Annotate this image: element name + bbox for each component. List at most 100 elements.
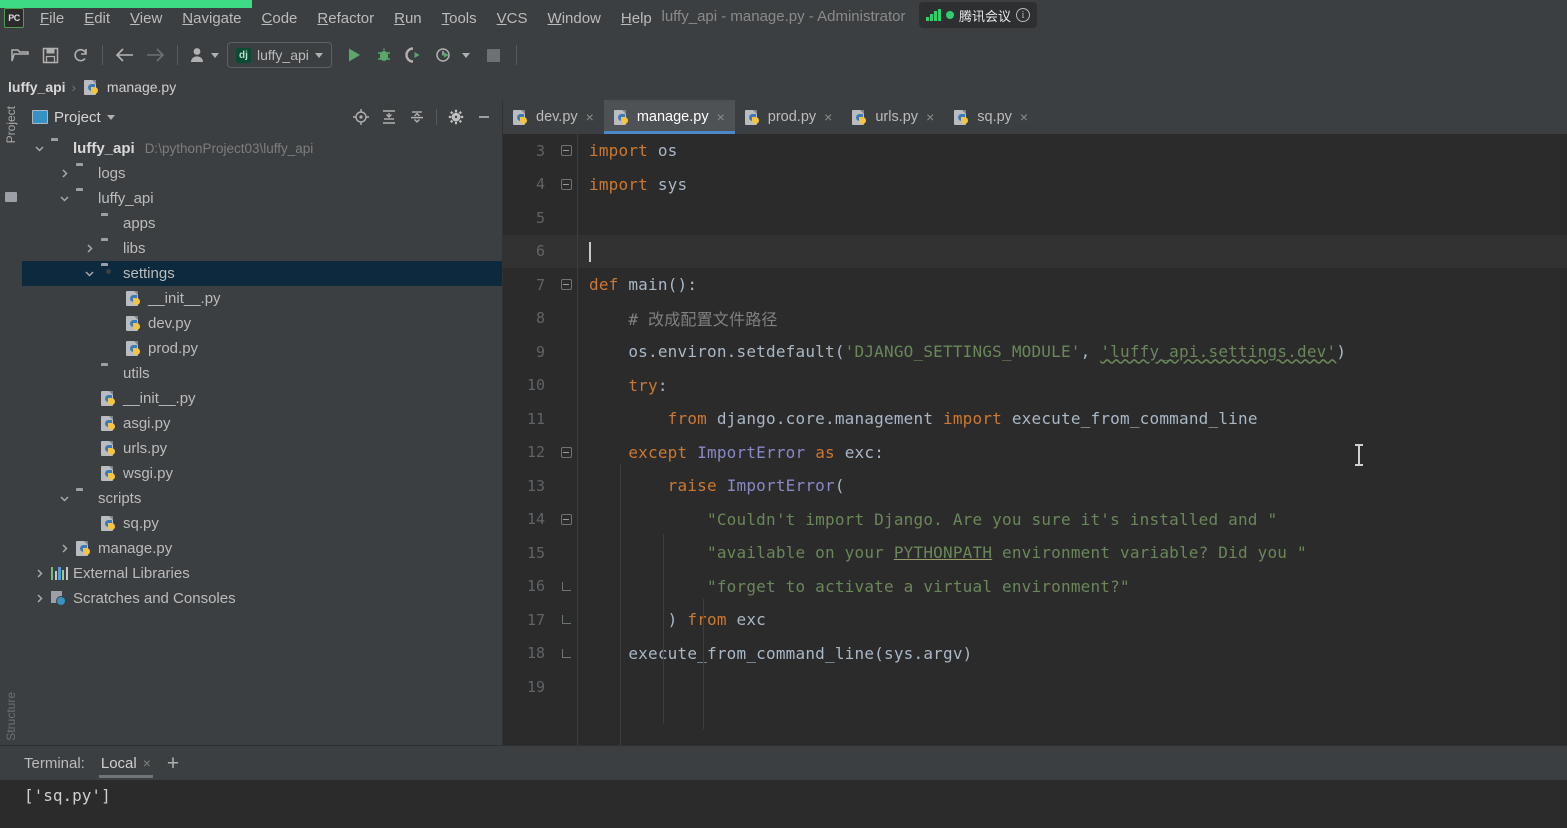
code-editor[interactable]: 3 import os 4 import sys 5 6 7 def main(): 8 # 改…: [503, 134, 1567, 745]
menu-item-help[interactable]: Help: [611, 8, 662, 29]
chevron-down-icon[interactable]: [32, 143, 46, 154]
chevron-down-icon[interactable]: [57, 193, 71, 204]
editor-tab-urls-py[interactable]: urls.py ×: [842, 100, 944, 134]
chevron-right-icon[interactable]: [82, 243, 96, 254]
menu-item-code[interactable]: Code: [252, 8, 308, 29]
info-icon[interactable]: i: [1016, 8, 1030, 22]
close-icon[interactable]: ×: [143, 755, 151, 771]
minimize-icon[interactable]: [472, 105, 496, 129]
tree-item--init-py[interactable]: __init__.py: [22, 286, 502, 311]
run-configuration-selector[interactable]: dj luffy_api: [227, 42, 332, 68]
run-icon[interactable]: [340, 41, 368, 69]
code-fold-icon[interactable]: [555, 648, 577, 658]
chevron-right-icon[interactable]: [32, 593, 46, 604]
tree-item-scratches-and-consoles[interactable]: Scratches and Consoles: [22, 586, 502, 611]
close-icon[interactable]: ×: [717, 109, 725, 125]
add-terminal-icon[interactable]: +: [167, 753, 179, 774]
menu-item-vcs[interactable]: VCS: [487, 8, 538, 29]
breadcrumb-file[interactable]: manage.py: [107, 79, 176, 95]
menu-item-navigate[interactable]: Navigate: [172, 8, 251, 29]
close-icon[interactable]: ×: [824, 109, 832, 125]
editor-tab-dev-py[interactable]: dev.py ×: [503, 100, 604, 134]
close-icon[interactable]: ×: [586, 109, 594, 125]
editor-tab-prod-py[interactable]: prod.py ×: [735, 100, 843, 134]
tree-item-logs[interactable]: logs: [22, 161, 502, 186]
close-icon[interactable]: ×: [926, 109, 934, 125]
collapse-all-icon[interactable]: [405, 105, 429, 129]
tree-item-luffy-api[interactable]: luffy_api: [22, 186, 502, 211]
code-line-8[interactable]: 8 # 改成配置文件路径: [503, 302, 1567, 336]
project-tree[interactable]: luffy_api D:\pythonProject03\luffy_api log…: [22, 134, 502, 745]
open-project-icon[interactable]: [6, 41, 34, 69]
code-fold-icon[interactable]: [555, 513, 577, 525]
breadcrumb-project[interactable]: luffy_api: [8, 79, 66, 95]
save-all-icon[interactable]: [36, 41, 64, 69]
forward-icon[interactable]: [141, 41, 169, 69]
tree-item-asgi-py[interactable]: asgi.py: [22, 411, 502, 436]
tree-item-urls-py[interactable]: urls.py: [22, 436, 502, 461]
chevron-down-icon[interactable]: [314, 52, 323, 58]
profile-dropdown-caret-icon[interactable]: [461, 52, 470, 58]
tree-item-utils[interactable]: utils: [22, 361, 502, 386]
code-line-12[interactable]: 12 except ImportError as exc:: [503, 436, 1567, 470]
code-fold-icon[interactable]: [555, 279, 577, 291]
menu-item-edit[interactable]: Edit: [74, 8, 120, 29]
menu-item-refactor[interactable]: Refactor: [307, 8, 384, 29]
chevron-right-icon[interactable]: [57, 543, 71, 554]
tree-item-wsgi-py[interactable]: wsgi.py: [22, 461, 502, 486]
menu-item-window[interactable]: Window: [538, 8, 611, 29]
menu-item-tools[interactable]: Tools: [432, 8, 487, 29]
tree-item-dev-py[interactable]: dev.py: [22, 311, 502, 336]
settings-gear-icon[interactable]: [444, 105, 468, 129]
tree-item-luffy-api[interactable]: luffy_api D:\pythonProject03\luffy_api: [22, 136, 502, 161]
strip-button-structure[interactable]: Structure: [4, 692, 18, 741]
code-line-10[interactable]: 10 try:: [503, 369, 1567, 403]
close-icon[interactable]: ×: [1020, 109, 1028, 125]
code-line-11[interactable]: 11 from django.core.management import ex…: [503, 402, 1567, 436]
strip-button-project[interactable]: Project: [4, 106, 18, 143]
code-line-6[interactable]: 6: [503, 234, 1567, 268]
tree-item-libs[interactable]: libs: [22, 236, 502, 261]
run-coverage-icon[interactable]: [400, 41, 428, 69]
locate-icon[interactable]: [349, 105, 373, 129]
avatar-dropdown-caret-icon[interactable]: [211, 52, 219, 58]
code-fold-icon[interactable]: [555, 446, 577, 458]
code-line-9[interactable]: 9 os.environ.setdefault('DJANGO_SETTINGS…: [503, 335, 1567, 369]
terminal-tab-local[interactable]: Local ×: [98, 746, 153, 780]
tree-item-external-libraries[interactable]: External Libraries: [22, 561, 502, 586]
code-fold-icon[interactable]: [555, 581, 577, 591]
terminal-output[interactable]: ['sq.py']: [0, 780, 1567, 828]
code-line-13[interactable]: 13 raise ImportError(: [503, 469, 1567, 503]
chevron-down-icon[interactable]: [82, 268, 96, 279]
user-avatar-icon[interactable]: [186, 41, 208, 69]
menu-item-file[interactable]: File: [30, 8, 74, 29]
chevron-down-icon[interactable]: [57, 493, 71, 504]
menu-item-view[interactable]: View: [120, 8, 172, 29]
editor-tab-sq-py[interactable]: sq.py ×: [944, 100, 1038, 134]
code-fold-icon[interactable]: [555, 615, 577, 625]
code-fold-icon[interactable]: [555, 145, 577, 157]
tree-item-apps[interactable]: apps: [22, 211, 502, 236]
menu-item-run[interactable]: Run: [384, 8, 432, 29]
code-fold-icon[interactable]: [555, 178, 577, 190]
expand-all-icon[interactable]: [377, 105, 401, 129]
project-view-chevron-down-icon[interactable]: [106, 114, 115, 120]
sync-icon[interactable]: [66, 41, 94, 69]
back-icon[interactable]: [111, 41, 139, 69]
tree-item-settings[interactable]: settings: [22, 261, 502, 286]
debug-icon[interactable]: [370, 41, 398, 69]
chevron-right-icon[interactable]: [57, 168, 71, 179]
tencent-meeting-widget[interactable]: 腾讯会议 i: [919, 2, 1037, 28]
code-line-3[interactable]: 3 import os: [503, 134, 1567, 168]
chevron-right-icon[interactable]: [32, 568, 46, 579]
tree-item-prod-py[interactable]: prod.py: [22, 336, 502, 361]
tree-item--init-py[interactable]: __init__.py: [22, 386, 502, 411]
tree-item-scripts[interactable]: scripts: [22, 486, 502, 511]
tree-item-manage-py[interactable]: manage.py: [22, 536, 502, 561]
profile-icon[interactable]: [430, 41, 458, 69]
code-line-5[interactable]: 5: [503, 201, 1567, 235]
code-line-7[interactable]: 7 def main():: [503, 268, 1567, 302]
tree-item-sq-py[interactable]: sq.py: [22, 511, 502, 536]
code-line-14[interactable]: 14 "Couldn't import Django. Are you sure…: [503, 503, 1567, 537]
editor-tab-manage-py[interactable]: manage.py ×: [603, 100, 735, 134]
